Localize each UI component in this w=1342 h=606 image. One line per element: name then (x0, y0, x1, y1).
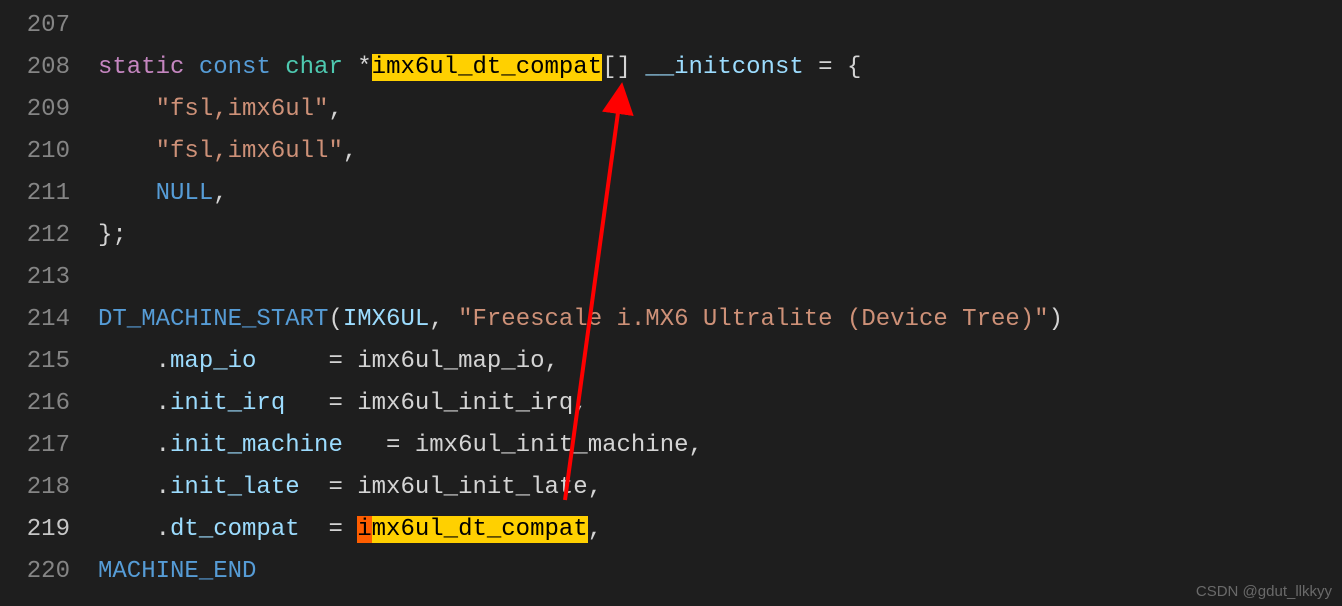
token (98, 180, 156, 207)
token: ( (328, 306, 342, 333)
line-number: 213 (0, 264, 98, 291)
token: , (213, 180, 227, 207)
token (98, 138, 156, 165)
code-line[interactable]: 213 (0, 256, 1342, 298)
code-line[interactable]: 219 .dt_compat = imx6ul_dt_compat, (0, 508, 1342, 550)
token: "Freescale i.MX6 Ultralite (Device Tree)… (458, 306, 1049, 333)
token: imx6ul_map_io (357, 348, 544, 375)
token: "fsl,imx6ul" (156, 96, 329, 123)
code-content[interactable]: .init_machine = imx6ul_init_machine, (98, 432, 1342, 459)
token: , (689, 432, 703, 459)
code-content[interactable]: "fsl,imx6ull", (98, 138, 1342, 165)
token: dt_compat (170, 516, 300, 543)
token: . (98, 348, 170, 375)
code-content[interactable]: static const char *imx6ul_dt_compat[] __… (98, 54, 1342, 81)
token: imx6ul_dt_compat (372, 54, 602, 81)
code-line[interactable]: 211 NULL, (0, 172, 1342, 214)
token: . (98, 516, 170, 543)
token: init_late (170, 474, 300, 501)
token: imx6ul_init_irq (357, 390, 573, 417)
token: init_irq (170, 390, 285, 417)
token: = (300, 516, 358, 543)
token: , (588, 516, 602, 543)
token: . (98, 432, 170, 459)
token: MACHINE_END (98, 558, 256, 585)
token: imx6ul_init_machine (415, 432, 689, 459)
token: char (285, 54, 343, 81)
code-content[interactable]: .map_io = imx6ul_map_io, (98, 348, 1342, 375)
token (184, 54, 198, 81)
token: , (545, 348, 559, 375)
line-number: 220 (0, 558, 98, 585)
token: init_machine (170, 432, 343, 459)
code-content[interactable]: MACHINE_END (98, 558, 1342, 585)
token: }; (98, 222, 127, 249)
token: __initconst (645, 54, 803, 81)
token: ) (1049, 306, 1063, 333)
line-number: 208 (0, 54, 98, 81)
token: . (98, 390, 170, 417)
token: imx6ul_init_late (357, 474, 587, 501)
code-content[interactable]: .init_late = imx6ul_init_late, (98, 474, 1342, 501)
code-line[interactable]: 207 (0, 4, 1342, 46)
token (98, 96, 156, 123)
code-line[interactable]: 215 .map_io = imx6ul_map_io, (0, 340, 1342, 382)
line-number: 212 (0, 222, 98, 249)
token: , (429, 306, 458, 333)
code-line[interactable]: 210 "fsl,imx6ull", (0, 130, 1342, 172)
line-number: 211 (0, 180, 98, 207)
token: = (300, 474, 358, 501)
token: * (343, 54, 372, 81)
line-number: 218 (0, 474, 98, 501)
token: i (357, 516, 371, 543)
token: "fsl,imx6ull" (156, 138, 343, 165)
code-line[interactable]: 208static const char *imx6ul_dt_compat[]… (0, 46, 1342, 88)
token: [] (602, 54, 645, 81)
line-number: 209 (0, 96, 98, 123)
token: , (573, 390, 587, 417)
token: , (588, 474, 602, 501)
code-editor[interactable]: 207208static const char *imx6ul_dt_compa… (0, 0, 1342, 592)
token: NULL (156, 180, 214, 207)
code-line[interactable]: 209 "fsl,imx6ul", (0, 88, 1342, 130)
token: DT_MACHINE_START (98, 306, 328, 333)
token: const (199, 54, 271, 81)
token: = (285, 390, 357, 417)
token: IMX6UL (343, 306, 429, 333)
token: = (343, 432, 415, 459)
line-number: 210 (0, 138, 98, 165)
line-number: 215 (0, 348, 98, 375)
token: static (98, 54, 184, 81)
token: = (256, 348, 357, 375)
line-number: 214 (0, 306, 98, 333)
code-line[interactable]: 212}; (0, 214, 1342, 256)
code-line[interactable]: 216 .init_irq = imx6ul_init_irq, (0, 382, 1342, 424)
code-line[interactable]: 220MACHINE_END (0, 550, 1342, 592)
line-number: 207 (0, 12, 98, 39)
token: . (98, 474, 170, 501)
code-content[interactable]: }; (98, 222, 1342, 249)
token: , (328, 96, 342, 123)
token: , (343, 138, 357, 165)
watermark: CSDN @gdut_llkkyy (1196, 583, 1332, 600)
code-content[interactable]: .dt_compat = imx6ul_dt_compat, (98, 516, 1342, 543)
code-content[interactable]: .init_irq = imx6ul_init_irq, (98, 390, 1342, 417)
code-content[interactable]: DT_MACHINE_START(IMX6UL, "Freescale i.MX… (98, 306, 1342, 333)
line-number: 217 (0, 432, 98, 459)
line-number: 216 (0, 390, 98, 417)
token: map_io (170, 348, 256, 375)
token: = { (804, 54, 862, 81)
line-number: 219 (0, 516, 98, 543)
token: mx6ul_dt_compat (372, 516, 588, 543)
code-line[interactable]: 217 .init_machine = imx6ul_init_machine, (0, 424, 1342, 466)
code-content[interactable]: NULL, (98, 180, 1342, 207)
code-line[interactable]: 218 .init_late = imx6ul_init_late, (0, 466, 1342, 508)
code-content[interactable]: "fsl,imx6ul", (98, 96, 1342, 123)
code-line[interactable]: 214DT_MACHINE_START(IMX6UL, "Freescale i… (0, 298, 1342, 340)
token (271, 54, 285, 81)
